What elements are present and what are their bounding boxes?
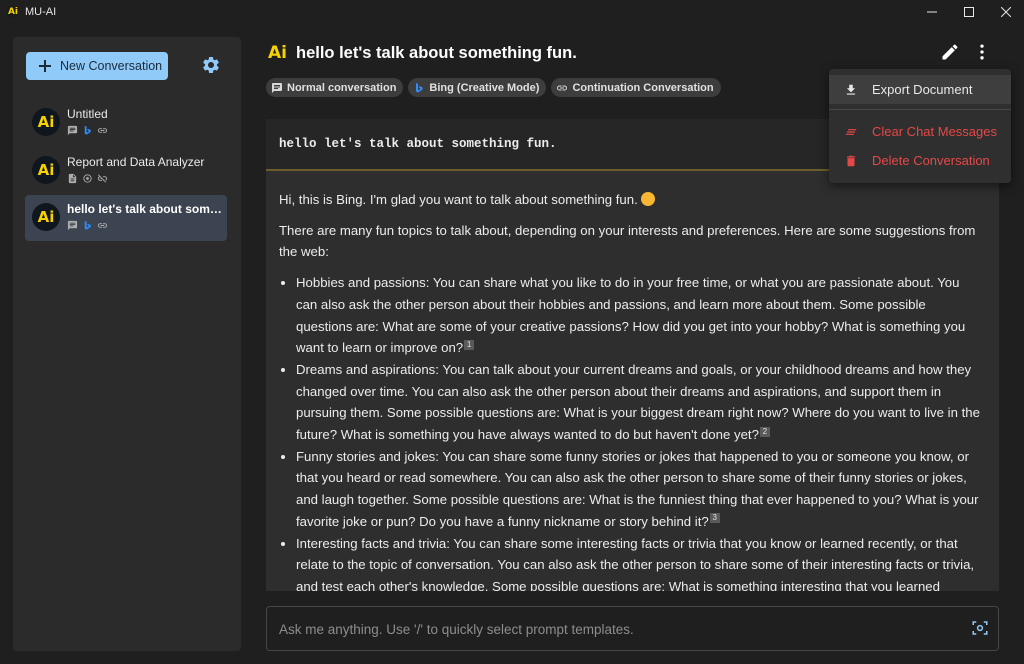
minimize-icon xyxy=(926,11,937,13)
conversation-tags xyxy=(67,125,108,136)
list-item-text: Hobbies and passions: You can share what… xyxy=(296,275,966,356)
citation-ref[interactable]: 3 xyxy=(709,513,720,524)
download-icon xyxy=(843,82,859,98)
maximize-button[interactable] xyxy=(950,0,987,24)
chip-label: Continuation Conversation xyxy=(572,81,714,94)
clear-chat-menu-item[interactable]: Clear Chat Messages xyxy=(829,117,1011,146)
options-menu: Export Document Clear Chat Messages Dele… xyxy=(829,69,1011,183)
list-item: Hobbies and passions: You can share what… xyxy=(296,272,983,359)
more-options-button[interactable] xyxy=(972,42,992,62)
conversation-tags xyxy=(67,173,108,184)
close-icon xyxy=(1000,7,1011,17)
new-conversation-label: New Conversation xyxy=(60,59,163,73)
bing-icon xyxy=(84,220,91,230)
plus-icon xyxy=(38,59,52,73)
maximize-icon xyxy=(963,7,974,17)
delete-conversation-menu-item[interactable]: Delete Conversation xyxy=(829,146,1011,175)
bot-message: Hi, this is Bing. I'm glad you want to t… xyxy=(266,171,999,591)
conversation-title: hello let's talk about something fun. xyxy=(67,202,223,216)
menu-item-label: Export Document xyxy=(872,82,973,97)
trash-icon xyxy=(843,153,859,169)
menu-divider xyxy=(829,109,1011,110)
link-icon xyxy=(557,85,568,90)
pencil-icon xyxy=(942,44,958,60)
menu-item-label: Delete Conversation xyxy=(872,153,990,168)
list-item: Dreams and aspirations: You can talk abo… xyxy=(296,359,983,446)
conversation-title: Untitled xyxy=(67,107,108,121)
avatar: Ai xyxy=(32,203,60,231)
link-icon xyxy=(97,128,108,133)
list-item: Interesting facts and trivia: You can sh… xyxy=(296,533,983,591)
bot-intro-text: Hi, this is Bing. I'm glad you want to t… xyxy=(279,192,638,207)
openai-icon xyxy=(83,174,92,183)
conversation-item[interactable]: Ai Report and Data Analyzer xyxy=(25,148,227,194)
app-logo-icon: Ai xyxy=(7,6,19,18)
new-conversation-button[interactable]: New Conversation xyxy=(26,52,168,80)
conversation-item-active[interactable]: Ai hello let's talk about something fun. xyxy=(25,195,227,241)
minimize-button[interactable] xyxy=(913,0,950,24)
suggestion-list: Hobbies and passions: You can share what… xyxy=(279,272,983,591)
bing-icon xyxy=(416,82,423,92)
conversation-chips: Normal conversation Bing (Creative Mode)… xyxy=(266,78,721,97)
bing-icon xyxy=(84,125,91,135)
list-item-text: Funny stories and jokes: You can share s… xyxy=(296,448,979,529)
page-title: hello let's talk about something fun. xyxy=(296,44,577,62)
link-icon xyxy=(97,223,108,228)
list-item-text: Dreams and aspirations: You can talk abo… xyxy=(296,361,980,443)
citation-ref[interactable]: 1 xyxy=(464,339,475,350)
scan-icon xyxy=(972,621,988,635)
bot-intro-line: Hi, this is Bing. I'm glad you want to t… xyxy=(279,189,983,211)
gear-icon xyxy=(203,56,219,73)
prompt-input-box xyxy=(266,606,999,651)
chat-icon xyxy=(272,82,282,93)
more-vert-icon xyxy=(980,44,984,60)
sidebar: New Conversation Ai Untitled Ai Report a… xyxy=(13,37,241,651)
chat-messages[interactable]: hello let's talk about something fun. Hi… xyxy=(266,119,999,591)
avatar: Ai xyxy=(32,108,60,136)
chip-continuation: Continuation Conversation xyxy=(551,78,721,97)
prompt-input[interactable] xyxy=(279,620,959,638)
chat-icon xyxy=(67,125,78,136)
close-button[interactable] xyxy=(987,0,1024,24)
menu-item-label: Clear Chat Messages xyxy=(872,124,997,139)
citation-ref[interactable]: 2 xyxy=(759,426,770,437)
export-document-menu-item[interactable]: Export Document xyxy=(829,75,1011,104)
bot-paragraph: There are many fun topics to talk about,… xyxy=(279,222,976,260)
chip-bing-creative: Bing (Creative Mode) xyxy=(408,78,547,97)
settings-button[interactable] xyxy=(201,55,221,75)
clear-icon xyxy=(843,124,859,140)
document-icon xyxy=(68,173,77,184)
conversation-item[interactable]: Ai Untitled xyxy=(25,100,227,146)
chip-normal-conversation: Normal conversation xyxy=(266,78,404,97)
avatar: Ai xyxy=(32,156,60,184)
conversation-tags xyxy=(67,220,108,231)
list-item-text: Interesting facts and trivia: You can sh… xyxy=(296,535,975,591)
title-bar: Ai MU-AI xyxy=(0,0,1024,24)
window-controls xyxy=(913,0,1024,24)
conversation-logo-icon: Ai xyxy=(268,43,287,63)
edit-title-button[interactable] xyxy=(940,42,960,62)
link-off-icon xyxy=(97,174,108,183)
conversation-title: Report and Data Analyzer xyxy=(67,155,205,169)
chat-icon xyxy=(67,220,78,231)
chip-label: Normal conversation xyxy=(287,81,397,94)
list-item: Funny stories and jokes: You can share s… xyxy=(296,446,983,533)
screenshot-button[interactable] xyxy=(971,619,991,639)
smile-emoji-icon xyxy=(641,192,656,206)
chip-label: Bing (Creative Mode) xyxy=(429,81,540,94)
window-title: MU-AI xyxy=(25,6,57,18)
